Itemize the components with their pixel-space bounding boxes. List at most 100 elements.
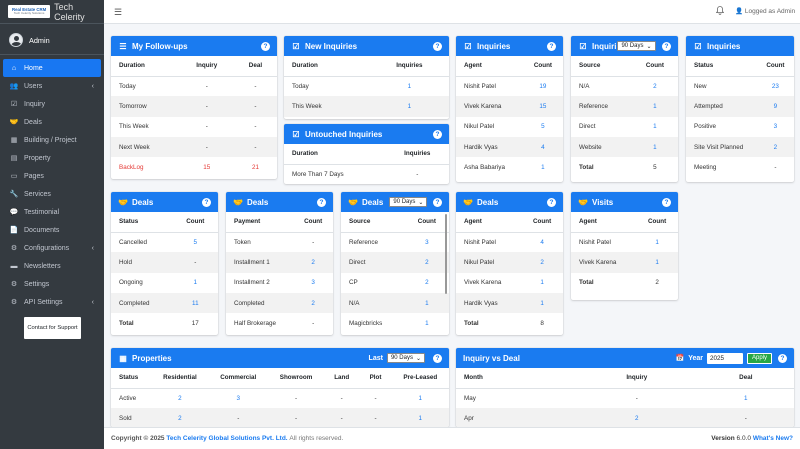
table-row: Direct 1 — [571, 117, 678, 137]
table-cell[interactable]: 1 — [698, 388, 794, 408]
table-cell[interactable]: 1 — [404, 292, 449, 314]
user-panel[interactable]: Admin — [0, 26, 104, 55]
sidebar-item-users[interactable]: 👥 Users ‹ — [3, 77, 101, 95]
help-icon[interactable]: ? — [547, 197, 556, 207]
sidebar-item-building-project[interactable]: ▦ Building / Project — [3, 131, 101, 149]
table-row: Active 2 3 - - - 1 — [111, 388, 449, 408]
help-icon[interactable]: ? — [778, 353, 787, 363]
table-cell[interactable]: 21 — [234, 157, 277, 177]
help-icon[interactable]: ? — [317, 197, 326, 207]
scrollbar[interactable] — [445, 214, 447, 294]
table-cell[interactable]: 2 — [632, 76, 678, 96]
table-cell[interactable]: 2 — [756, 136, 794, 158]
table-cell[interactable]: 5 — [523, 117, 563, 137]
help-icon[interactable]: ? — [433, 129, 442, 139]
table-cell[interactable]: 5 — [173, 232, 218, 252]
table-cell[interactable]: 4 — [521, 232, 563, 252]
table-cell[interactable]: 3 — [757, 117, 794, 137]
table-cell[interactable]: 1 — [521, 273, 563, 293]
sidebar-item-newsletters[interactable]: ▬ Newsletters — [3, 257, 101, 275]
table-cell[interactable]: 1 — [369, 96, 449, 117]
table-cell[interactable]: 2 — [293, 252, 333, 273]
table-row: Total 5 — [571, 157, 678, 177]
col-deal: Deal — [233, 56, 277, 77]
table-cell[interactable]: 2 — [576, 408, 698, 427]
sidebar-item-property[interactable]: ▤ Property — [3, 149, 101, 167]
sidebar-item-services[interactable]: 🔧 Services — [3, 185, 101, 203]
chevron-down-icon: ⌄ — [646, 43, 652, 50]
period-select[interactable]: 90 Days ⌄ — [389, 197, 428, 207]
table-cell[interactable]: 3 — [293, 273, 333, 293]
table-cell[interactable]: 1 — [521, 292, 563, 314]
table-cell[interactable]: 1 — [636, 252, 678, 273]
help-icon[interactable]: ? — [261, 41, 270, 51]
table-cell[interactable]: 3 — [208, 388, 268, 408]
table-cell: CP — [349, 279, 358, 287]
hamburger-menu-icon[interactable]: ☰ — [114, 7, 122, 18]
table-cell[interactable]: 2 — [151, 388, 208, 408]
bell-icon[interactable] — [715, 6, 725, 17]
help-icon[interactable]: ? — [662, 197, 671, 207]
handshake-icon: 🤝 — [463, 197, 473, 207]
help-icon[interactable]: ? — [433, 41, 442, 51]
whats-new-link[interactable]: What's New? — [753, 435, 793, 442]
table-cell[interactable]: 1 — [632, 117, 678, 137]
sidebar-item-documents[interactable]: 📄 Documents — [3, 221, 101, 239]
table-cell[interactable]: 4 — [522, 136, 563, 158]
sidebar-item-api-settings[interactable]: ⚙ API Settings ‹ — [3, 293, 101, 311]
sidebar-item-home[interactable]: ⌂ Home — [3, 59, 101, 77]
year-input[interactable]: 2025 — [706, 352, 743, 364]
table-cell[interactable]: 2 — [405, 273, 449, 293]
sidebar-item-configurations[interactable]: ⚙ Configurations ‹ — [3, 239, 101, 257]
company-link[interactable]: Tech Celerity Global Solutions Pvt. Ltd. — [166, 435, 287, 442]
period-select[interactable]: 90 Days ⌄ — [386, 353, 425, 363]
table-cell[interactable]: 2 — [521, 252, 563, 273]
sidebar-item-settings[interactable]: ⚙ Settings — [3, 275, 101, 293]
table-cell: - — [312, 238, 315, 246]
table-cell[interactable]: 23 — [757, 76, 794, 96]
table-cell[interactable]: 2 — [404, 252, 449, 273]
sidebar-item-pages[interactable]: ▭ Pages — [3, 167, 101, 185]
table-cell: - — [233, 96, 277, 117]
table-cell[interactable]: 9 — [756, 96, 794, 117]
table-cell[interactable]: 15 — [180, 157, 234, 177]
table-cell: Site Visit Planned — [686, 136, 757, 158]
table-cell[interactable]: 1 — [405, 313, 449, 333]
help-icon[interactable]: ? — [547, 41, 556, 51]
table-cell[interactable]: 19 — [523, 76, 563, 96]
table-cell: Token — [234, 238, 251, 246]
table-cell[interactable]: 1 — [631, 96, 678, 117]
table-cell: Hardik Vyas — [456, 136, 523, 158]
table-row: May - 1 — [456, 388, 794, 408]
help-icon[interactable]: ? — [662, 41, 671, 51]
contact-support-button[interactable]: Contact for Support — [24, 317, 81, 339]
help-icon[interactable]: ? — [202, 197, 211, 207]
sidebar-item-inquiry[interactable]: ☑ Inquiry — [3, 95, 101, 113]
table-cell: 17 — [191, 319, 199, 327]
table-cell[interactable]: 1 — [636, 232, 678, 252]
sidebar-item-testimonial[interactable]: 💬 Testimonial — [3, 203, 101, 221]
table-cell[interactable]: 2 — [293, 292, 333, 314]
table-cell[interactable]: 1 — [173, 273, 218, 293]
table-cell[interactable]: 3 — [405, 232, 449, 252]
table-cell[interactable]: 1 — [370, 76, 449, 96]
brand[interactable]: Real Estate CRM Tech Celerity Solutions … — [0, 0, 104, 24]
table-cell[interactable]: 15 — [522, 96, 563, 117]
check-square-icon: ☑ — [464, 41, 472, 51]
help-icon[interactable]: ? — [433, 353, 442, 363]
apply-button[interactable]: Apply — [746, 352, 772, 364]
table-cell[interactable]: 11 — [172, 292, 218, 314]
col-count: Count — [172, 212, 218, 233]
table-cell[interactable]: 1 — [523, 157, 563, 177]
period-select[interactable]: 90 Days ⌄ — [617, 41, 656, 51]
help-icon[interactable]: ? — [433, 197, 442, 207]
home-icon: ⌂ — [11, 64, 17, 72]
table-cell[interactable]: 2 — [151, 408, 209, 427]
table-cell[interactable]: 1 — [391, 408, 449, 427]
table-cell[interactable]: 1 — [631, 136, 678, 158]
table-cell[interactable]: 1 — [392, 388, 449, 408]
sidebar-item-deals[interactable]: 🤝 Deals — [3, 113, 101, 131]
card-title: Visits — [592, 197, 614, 207]
logged-in-user[interactable]: 👤 Logged as Admin — [735, 7, 795, 15]
untouched-inquiries-card: ☑ Untouched Inquiries? Duration Inquiries … — [284, 124, 449, 184]
